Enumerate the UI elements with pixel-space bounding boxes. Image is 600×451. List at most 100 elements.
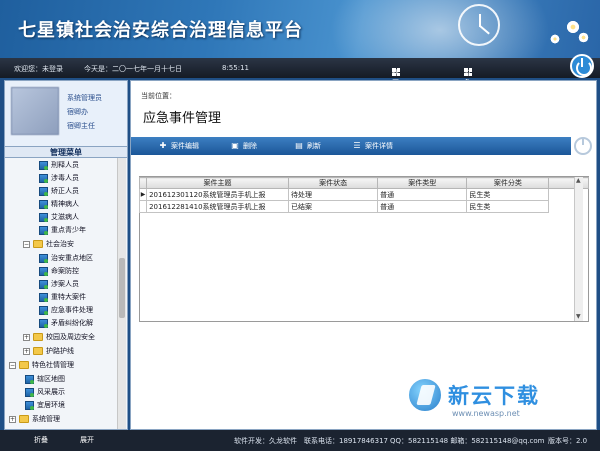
- table-cell[interactable]: 已结案: [287, 200, 379, 213]
- column-header[interactable]: 案件分类: [466, 177, 550, 189]
- sidebar-item-label: 宜居环境: [37, 401, 65, 409]
- folder-icon: [19, 361, 29, 369]
- status-bar: 软件开发：久龙软件 联系电话：18917846317 QQ：582115148 …: [128, 430, 600, 451]
- main-panel: 当前位置： 应急事件管理 ✚ 案件编辑 ▣ 删除 ▤ 刷新 ☰ 案件详情 案件主题 案件…: [130, 80, 597, 430]
- refresh-button[interactable]: ▤ 刷新: [295, 141, 321, 151]
- folder-icon: [33, 333, 43, 341]
- exit-icon[interactable]: [574, 137, 592, 155]
- scroll-thumb[interactable]: [119, 258, 125, 318]
- page-icon: [39, 266, 48, 276]
- collapse-toggle-icon[interactable]: −: [23, 240, 30, 248]
- sidebar-item-label: 护路护线: [46, 347, 74, 355]
- delete-button[interactable]: ▣ 删除: [231, 141, 257, 151]
- expand-all-button[interactable]: 展开: [80, 435, 94, 445]
- page-icon: [39, 292, 48, 302]
- sidebar-item-social-security[interactable]: − 社会治安: [23, 238, 74, 250]
- page-icon: [39, 173, 48, 183]
- toolbar: ✚ 案件编辑 ▣ 删除 ▤ 刷新 ☰ 案件详情: [131, 137, 571, 155]
- watermark-url: www.newasp.net: [452, 409, 520, 418]
- page-icon: [39, 253, 48, 263]
- expand-toggle-icon[interactable]: +: [9, 415, 16, 423]
- user-role: 宿卿办: [67, 108, 88, 116]
- sidebar-item-district-map[interactable]: 辖区地图: [25, 373, 65, 385]
- page-icon: [39, 212, 48, 222]
- page-icon: [39, 279, 48, 289]
- sidebar-item-label: 辖区地图: [37, 375, 65, 383]
- table-cell[interactable]: 民生类: [466, 200, 550, 213]
- developer-text: 软件开发：久龙软件: [234, 437, 297, 445]
- sidebar-item-label: 校园及周边安全: [46, 333, 95, 341]
- sidebar-item-major-cases[interactable]: 重特大案件: [39, 291, 86, 303]
- sidebar-scrollbar[interactable]: [117, 158, 126, 429]
- case-detail-button[interactable]: ☰ 案件详情: [353, 141, 393, 151]
- sidebar-item-drug-persons[interactable]: 涉毒人员: [39, 172, 79, 184]
- table-cell[interactable]: 普通: [377, 200, 468, 213]
- sidebar-item-special-management[interactable]: − 特色社情管理: [9, 359, 74, 371]
- table-cell[interactable]: 待处理: [287, 188, 379, 201]
- page-icon: [25, 400, 34, 410]
- row-indicator-header: [138, 177, 148, 189]
- sidebar-item-label: 风采展示: [37, 388, 65, 396]
- sidebar-item-label: 命案防控: [51, 267, 79, 275]
- sidebar-item-released-persons[interactable]: 刑释人员: [39, 159, 79, 171]
- sidebar-item-mental-patients[interactable]: 精神病人: [39, 198, 79, 210]
- user-role: 宿卿主任: [67, 122, 95, 130]
- page-icon: [25, 374, 34, 384]
- detail-label: 案件详情: [365, 142, 393, 150]
- folder-icon: [33, 347, 43, 355]
- column-header[interactable]: 案件主题: [146, 177, 289, 189]
- sidebar-item-system-management[interactable]: + 系统管理: [9, 413, 60, 425]
- table-row[interactable]: 201612281410系统管理员手机上报 已结案 普通 民生类: [138, 200, 589, 213]
- sidebar-item-correction-persons[interactable]: 矫正人员: [39, 185, 79, 197]
- case-table: 案件主题 案件状态 案件类型 案件分类 ▶ 201612301120系统管理员手…: [138, 177, 589, 213]
- table-row[interactable]: ▶ 201612301120系统管理员手机上报 待处理 普通 民生类: [138, 188, 589, 201]
- sidebar-item-road-protection[interactable]: + 护路护线: [23, 345, 74, 357]
- sidebar-item-aids-patients[interactable]: 艾滋病人: [39, 211, 79, 223]
- trash-icon: ▣: [231, 141, 239, 150]
- table-cell[interactable]: 201612301120系统管理员手机上报: [146, 188, 289, 201]
- page-icon: [39, 225, 48, 235]
- collapse-all-button[interactable]: 折叠: [34, 435, 48, 445]
- avatar: [11, 87, 59, 135]
- scroll-up-icon[interactable]: ▲: [576, 178, 582, 184]
- sidebar-item-label: 矛盾纠纷化解: [51, 319, 93, 327]
- expand-toggle-icon[interactable]: +: [23, 333, 30, 341]
- welcome-text: 欢迎您：未登录: [14, 65, 63, 73]
- sidebar-item-label: 治安重点地区: [51, 254, 93, 262]
- sidebar-item-key-youth[interactable]: 重点青少年: [39, 224, 86, 236]
- sidebar-item-showcase[interactable]: 风采展示: [25, 386, 65, 398]
- sidebar-item-label: 重点青少年: [51, 226, 86, 234]
- sidebar-item-case-persons[interactable]: 涉案人员: [39, 278, 79, 290]
- user-role: 系统管理员: [67, 94, 102, 102]
- power-icon[interactable]: [570, 54, 594, 78]
- table-scrollbar[interactable]: ▲ ▼: [574, 177, 583, 321]
- table-cell[interactable]: 普通: [377, 188, 468, 201]
- collapse-toggle-icon[interactable]: −: [9, 361, 16, 369]
- sidebar-item-livable-environment[interactable]: 宜居环境: [25, 399, 65, 411]
- sidebar-item-campus-safety[interactable]: + 校园及周边安全: [23, 331, 95, 343]
- sidebar-item-label: 涉案人员: [51, 280, 79, 288]
- scroll-down-icon[interactable]: ▼: [576, 314, 582, 320]
- table-cell[interactable]: 民生类: [466, 188, 550, 201]
- row-indicator: [138, 200, 148, 213]
- table-cell[interactable]: 201612281410系统管理员手机上报: [146, 200, 289, 213]
- menu-title: 管理菜单: [5, 147, 127, 158]
- expand-toggle-icon[interactable]: +: [23, 347, 30, 355]
- sidebar-item-label: 重特大案件: [51, 293, 86, 301]
- app-title: 七星镇社会治安综合治理信息平台: [18, 20, 303, 41]
- page-icon: [39, 318, 48, 328]
- phone-text: 联系电话：18917846317: [304, 437, 388, 445]
- current-row-icon: ▶: [138, 188, 148, 201]
- edit-case-button[interactable]: ✚ 案件编辑: [159, 141, 199, 151]
- page-icon: [39, 160, 48, 170]
- sidebar-item-label: 刑释人员: [51, 161, 79, 169]
- sidebar-item-label: 艾滋病人: [51, 213, 79, 221]
- column-header[interactable]: 案件状态: [287, 177, 379, 189]
- sidebar-item-homicide-prevention[interactable]: 命案防控: [39, 265, 79, 277]
- sidebar-item-emergency-handling[interactable]: 应急事件处理: [39, 304, 93, 316]
- sidebar-item-dispute-resolution[interactable]: 矛盾纠纷化解: [39, 317, 93, 329]
- column-header[interactable]: 案件类型: [377, 177, 468, 189]
- page-icon: [39, 186, 48, 196]
- info-bar: 欢迎您：未登录 今天是：二〇一七年一月十七日 8:55:11 辖区地图 应急事件: [0, 58, 600, 107]
- sidebar-item-security-key-areas[interactable]: 治安重点地区: [39, 252, 93, 264]
